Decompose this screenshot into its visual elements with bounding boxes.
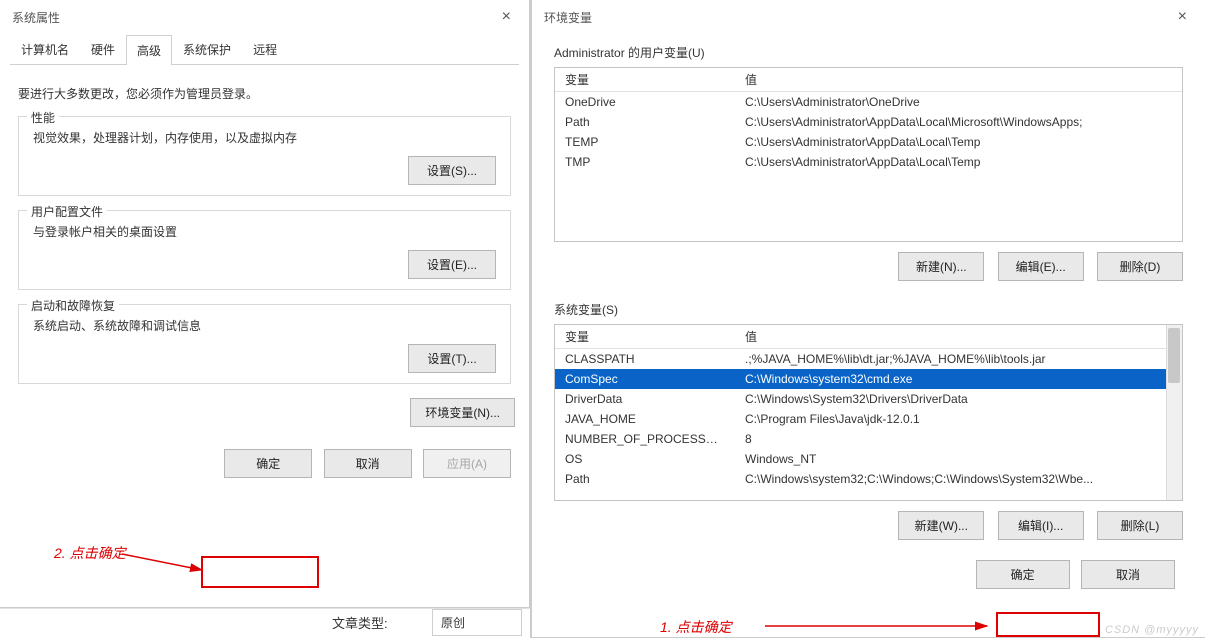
var-name: DriverData [555, 389, 735, 409]
close-icon[interactable]: × [1172, 8, 1193, 26]
var-value: C:\Users\Administrator\AppData\Local\Mic… [735, 112, 1182, 132]
env-cancel-button[interactable]: 取消 [1081, 560, 1175, 589]
scrollbar[interactable] [1166, 325, 1182, 500]
table-row[interactable]: NUMBER_OF_PROCESSORS8 [555, 429, 1166, 449]
close-icon[interactable]: × [496, 8, 517, 26]
table-row[interactable]: CLASSPATH.;%JAVA_HOME%\lib\dt.jar;%JAVA_… [555, 349, 1166, 370]
var-value: C:\Windows\System32\Drivers\DriverData [735, 389, 1166, 409]
system-properties-titlebar: 系统属性 × [0, 0, 529, 34]
sys-new-button[interactable]: 新建(W)... [898, 511, 984, 540]
var-value: C:\Users\Administrator\OneDrive [735, 92, 1182, 113]
sys-vars-section: 系统变量(S) 变量 值 CLASSPATH.;%JAVA_HOME%\lib\… [532, 291, 1205, 550]
var-value: C:\Users\Administrator\AppData\Local\Tem… [735, 152, 1182, 172]
user-delete-button[interactable]: 删除(D) [1097, 252, 1183, 281]
scrollbar-thumb[interactable] [1168, 328, 1180, 383]
user-vars-label: Administrator 的用户变量(U) [554, 44, 1183, 61]
table-row[interactable]: TEMPC:\Users\Administrator\AppData\Local… [555, 132, 1182, 152]
var-name: TEMP [555, 132, 735, 152]
table-row[interactable]: PathC:\Windows\system32;C:\Windows;C:\Wi… [555, 469, 1166, 489]
group-title: 启动和故障恢复 [27, 297, 119, 314]
system-properties-footer: 确定 取消 应用(A) [0, 439, 529, 492]
table-row[interactable]: DriverDataC:\Windows\System32\Drivers\Dr… [555, 389, 1166, 409]
tab-硬件[interactable]: 硬件 [80, 34, 126, 64]
ok-button[interactable]: 确定 [224, 449, 312, 478]
group-title: 性能 [27, 109, 59, 126]
sys-delete-button[interactable]: 删除(L) [1097, 511, 1183, 540]
article-type-label: 文章类型: [332, 613, 388, 632]
env-vars-dialog: 环境变量 × Administrator 的用户变量(U) 变量 值 OneDr… [531, 0, 1205, 638]
user-edit-button[interactable]: 编辑(E)... [998, 252, 1084, 281]
var-value: C:\Windows\system32\cmd.exe [735, 369, 1166, 389]
col-var[interactable]: 变量 [555, 325, 735, 349]
group-用户配置文件: 用户配置文件与登录帐户相关的桌面设置设置(E)... [18, 210, 511, 290]
group-settings-button[interactable]: 设置(S)... [408, 156, 496, 185]
var-name: Path [555, 469, 735, 489]
cancel-button[interactable]: 取消 [324, 449, 412, 478]
env-vars-titlebar: 环境变量 × [532, 0, 1205, 34]
tab-系统保护[interactable]: 系统保护 [172, 34, 242, 64]
var-value: 8 [735, 429, 1166, 449]
var-name: TMP [555, 152, 735, 172]
advanced-panel: 要进行大多数更改，您必须作为管理员登录。 性能视觉效果，处理器计划，内存使用，以… [0, 65, 529, 439]
env-ok-button[interactable]: 确定 [976, 560, 1070, 589]
table-row[interactable]: ComSpecC:\Windows\system32\cmd.exe [555, 369, 1166, 389]
col-val[interactable]: 值 [735, 68, 1182, 92]
apply-button[interactable]: 应用(A) [423, 449, 511, 478]
var-name: OS [555, 449, 735, 469]
env-vars-title: 环境变量 [544, 9, 592, 26]
var-value: C:\Program Files\Java\jdk-12.0.1 [735, 409, 1166, 429]
var-name: OneDrive [555, 92, 735, 113]
var-value: Windows_NT [735, 449, 1166, 469]
group-title: 用户配置文件 [27, 203, 107, 220]
system-properties-tabs: 计算机名硬件高级系统保护远程 [10, 34, 519, 65]
var-value: C:\Users\Administrator\AppData\Local\Tem… [735, 132, 1182, 152]
group-desc: 视觉效果，处理器计划，内存使用，以及虚拟内存 [33, 129, 496, 146]
env-vars-footer: 确定 取消 [532, 550, 1205, 603]
sys-edit-button[interactable]: 编辑(I)... [998, 511, 1084, 540]
user-new-button[interactable]: 新建(N)... [898, 252, 984, 281]
table-row[interactable]: PathC:\Users\Administrator\AppData\Local… [555, 112, 1182, 132]
table-row[interactable]: OSWindows_NT [555, 449, 1166, 469]
user-vars-table[interactable]: 变量 值 OneDriveC:\Users\Administrator\OneD… [554, 67, 1183, 242]
table-row[interactable]: OneDriveC:\Users\Administrator\OneDrive [555, 92, 1182, 113]
var-name: NUMBER_OF_PROCESSORS [555, 429, 735, 449]
admin-note: 要进行大多数更改，您必须作为管理员登录。 [18, 85, 511, 102]
sys-vars-label: 系统变量(S) [554, 301, 1183, 318]
group-settings-button[interactable]: 设置(E)... [408, 250, 496, 279]
table-row[interactable]: JAVA_HOMEC:\Program Files\Java\jdk-12.0.… [555, 409, 1166, 429]
group-性能: 性能视觉效果，处理器计划，内存使用，以及虚拟内存设置(S)... [18, 116, 511, 196]
env-vars-button[interactable]: 环境变量(N)... [410, 398, 515, 427]
group-启动和故障恢复: 启动和故障恢复系统启动、系统故障和调试信息设置(T)... [18, 304, 511, 384]
tab-计算机名[interactable]: 计算机名 [10, 34, 80, 64]
table-row[interactable]: TMPC:\Users\Administrator\AppData\Local\… [555, 152, 1182, 172]
var-name: JAVA_HOME [555, 409, 735, 429]
group-desc: 与登录帐户相关的桌面设置 [33, 223, 496, 240]
system-properties-dialog: 系统属性 × 计算机名硬件高级系统保护远程 要进行大多数更改，您必须作为管理员登… [0, 0, 530, 608]
col-val[interactable]: 值 [735, 325, 1166, 349]
user-vars-section: Administrator 的用户变量(U) 变量 值 OneDriveC:\U… [532, 34, 1205, 291]
var-value: C:\Windows\system32;C:\Windows;C:\Window… [735, 469, 1166, 489]
var-name: Path [555, 112, 735, 132]
group-settings-button[interactable]: 设置(T)... [408, 344, 496, 373]
var-name: CLASSPATH [555, 349, 735, 370]
group-desc: 系统启动、系统故障和调试信息 [33, 317, 496, 334]
sys-vars-table[interactable]: 变量 值 CLASSPATH.;%JAVA_HOME%\lib\dt.jar;%… [554, 324, 1183, 501]
tab-远程[interactable]: 远程 [242, 34, 288, 64]
col-var[interactable]: 变量 [555, 68, 735, 92]
var-value: .;%JAVA_HOME%\lib\dt.jar;%JAVA_HOME%\lib… [735, 349, 1166, 370]
tab-高级[interactable]: 高级 [126, 35, 172, 65]
system-properties-title: 系统属性 [12, 9, 60, 26]
watermark: CSDN @myyyyy [1105, 624, 1199, 636]
var-name: ComSpec [555, 369, 735, 389]
article-type-value[interactable]: 原创 [432, 609, 522, 636]
